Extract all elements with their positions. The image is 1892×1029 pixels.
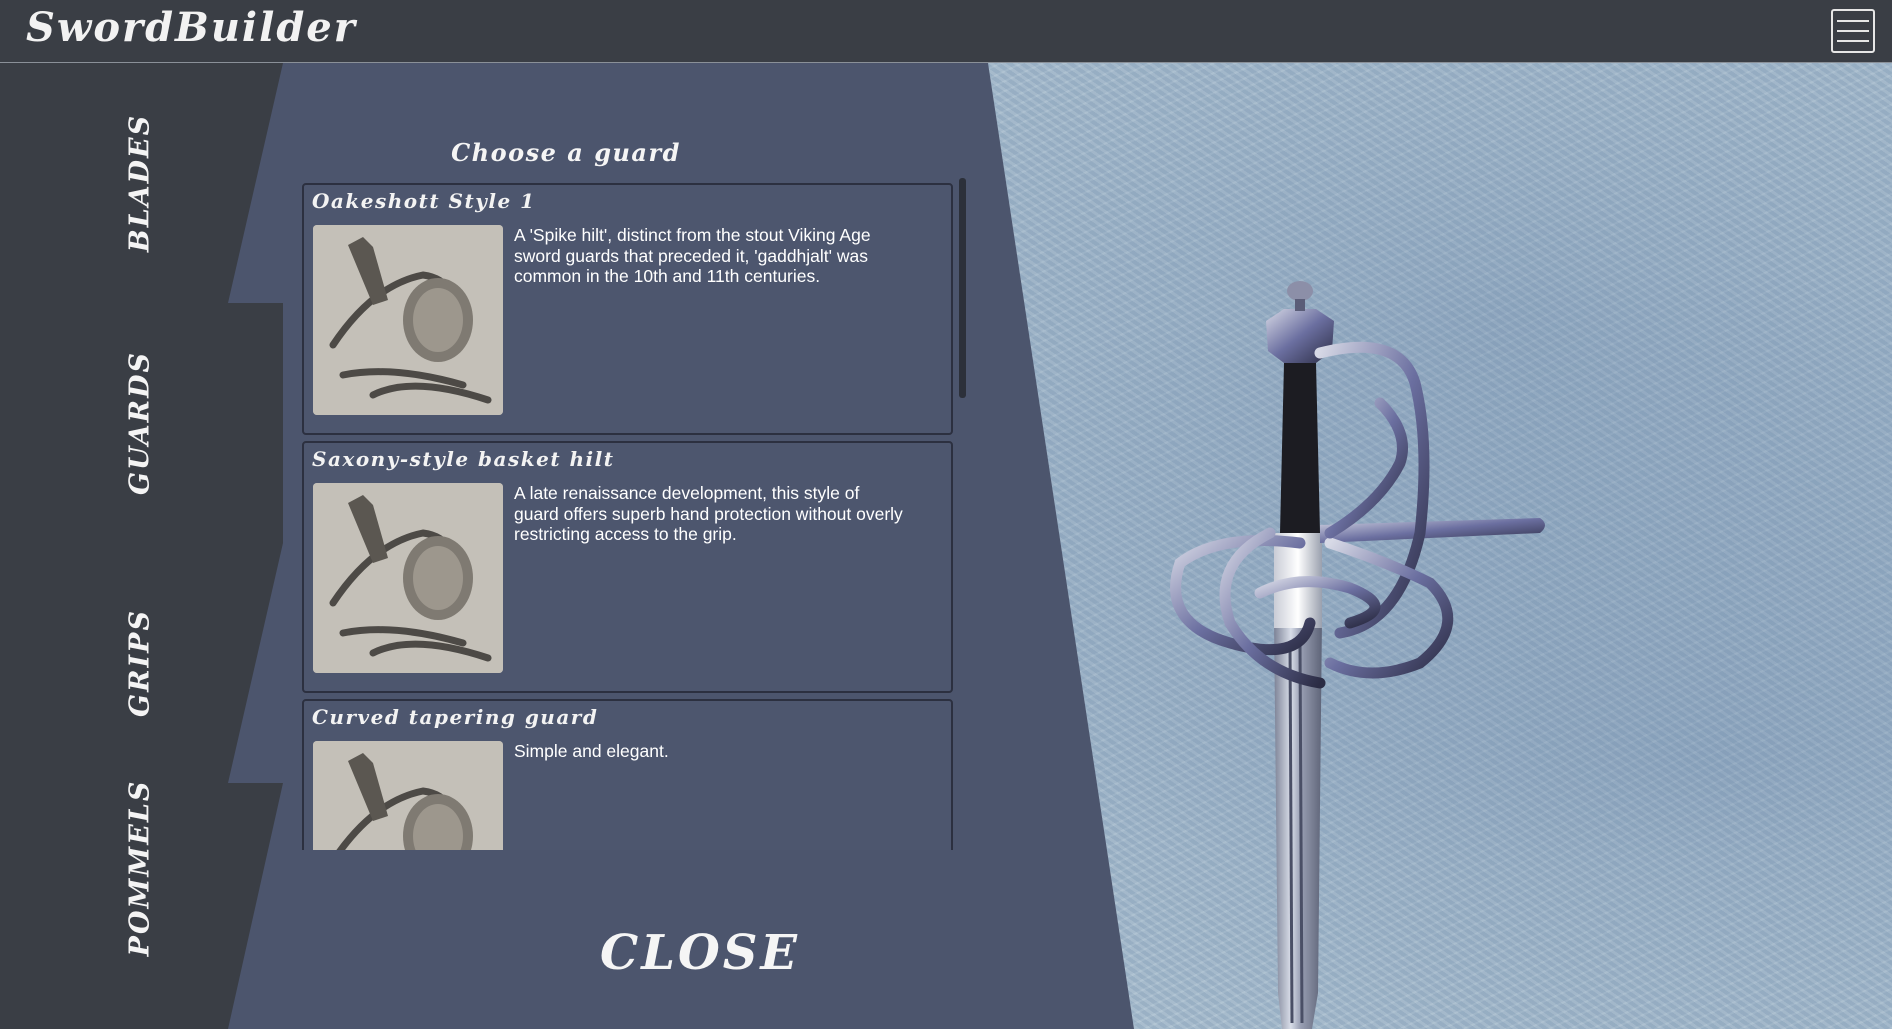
tab-label: GUARDS [124, 350, 156, 496]
tab-label: BLADES [124, 113, 156, 253]
guard-list[interactable]: Oakeshott Style 1 A 'Spike hilt', distin… [302, 183, 964, 850]
guard-name: Saxony-style basket hilt [312, 447, 615, 471]
hamburger-menu-icon [1837, 20, 1869, 22]
menu-button[interactable] [1831, 9, 1875, 53]
guard-name: Oakeshott Style 1 [312, 189, 536, 213]
guard-thumbnail-image [313, 483, 503, 673]
hamburger-menu-icon-line [1837, 30, 1869, 32]
guard-card[interactable]: Saxony-style basket hilt A late renaissa… [302, 441, 953, 693]
guard-description: Simple and elegant. [514, 741, 669, 761]
tab-blades[interactable]: BLADES [0, 63, 285, 303]
guard-thumbnail-image [313, 741, 503, 850]
guard-thumbnail-art [313, 225, 503, 415]
tab-label: POMMELS [124, 779, 156, 957]
top-bar: SwordBuilder [0, 0, 1892, 63]
guard-thumbnail-image [313, 225, 503, 415]
app-title: SwordBuilder [26, 4, 357, 51]
guard-name: Curved tapering guard [312, 705, 599, 729]
guard-thumbnail-art [313, 741, 503, 850]
tab-grips[interactable]: GRIPS [0, 543, 285, 783]
hamburger-menu-icon-line [1837, 40, 1869, 42]
guard-description: A 'Spike hilt', distinct from the stout … [514, 225, 871, 286]
panel-title: Choose a guard [451, 138, 681, 167]
tab-label: GRIPS [124, 609, 156, 717]
guard-card[interactable]: Oakeshott Style 1 A 'Spike hilt', distin… [302, 183, 953, 435]
close-button[interactable]: CLOSE [560, 925, 840, 990]
guard-list-scrollbar[interactable] [959, 178, 966, 398]
tab-pommels[interactable]: POMMELS [0, 779, 285, 1029]
guard-thumbnail-art [313, 483, 503, 673]
guard-description: A late renaissance development, this sty… [514, 483, 903, 544]
tab-guards[interactable]: GUARDS [0, 303, 285, 543]
guard-card[interactable]: Curved tapering guard Simple and elegant… [302, 699, 953, 850]
